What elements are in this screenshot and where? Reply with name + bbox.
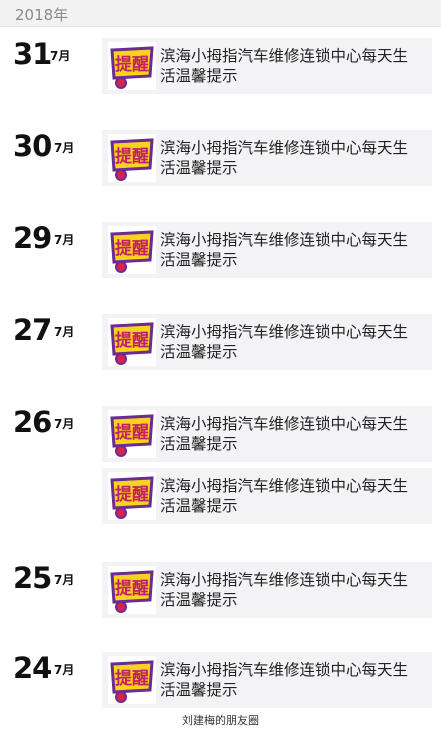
svg-text:提醒: 提醒	[115, 147, 149, 167]
day-number: 30	[13, 129, 52, 163]
post-title: 滨海小拇指汽车维修连锁中心每天生活温馨提示	[160, 47, 409, 85]
month-label: 7月	[54, 573, 75, 587]
footer-caption: 刘建梅的朋友圈	[182, 714, 259, 727]
post-title: 滨海小拇指汽车维修连锁中心每天生活温馨提示	[160, 231, 409, 269]
tips-sticker-icon: 提醒	[108, 226, 156, 274]
moment-post-card[interactable]: 提醒 滨海小拇指汽车维修连锁中心每天生活温馨提示	[102, 38, 432, 94]
post-title: 滨海小拇指汽车维修连锁中心每天生活温馨提示	[160, 139, 409, 177]
moment-post-card[interactable]: 提醒 滨海小拇指汽车维修连锁中心每天生活温馨提示	[102, 314, 432, 370]
day-number: 27	[13, 313, 52, 347]
month-label: 7月	[54, 663, 75, 677]
year-header: 2018年	[0, 0, 441, 27]
tips-sticker-icon: 提醒	[108, 566, 156, 614]
tips-sticker-icon: 提醒	[108, 134, 156, 182]
moment-post-card[interactable]: 提醒 滨海小拇指汽车维修连锁中心每天生活温馨提示	[102, 652, 432, 708]
post-title: 滨海小拇指汽车维修连锁中心每天生活温馨提示	[160, 661, 409, 699]
svg-text:提醒: 提醒	[115, 579, 149, 599]
svg-text:提醒: 提醒	[115, 485, 149, 505]
moment-post-card[interactable]: 提醒 滨海小拇指汽车维修连锁中心每天生活温馨提示	[102, 222, 432, 278]
post-title: 滨海小拇指汽车维修连锁中心每天生活温馨提示	[160, 323, 409, 361]
year-label: 2018年	[15, 6, 69, 24]
month-label: 7月	[54, 417, 75, 431]
month-label: 7月	[54, 141, 75, 155]
moment-post-card[interactable]: 提醒 滨海小拇指汽车维修连锁中心每天生活温馨提示	[102, 468, 432, 524]
moment-post-card[interactable]: 提醒 滨海小拇指汽车维修连锁中心每天生活温馨提示	[102, 406, 432, 462]
tips-sticker-icon: 提醒	[108, 656, 156, 704]
post-title: 滨海小拇指汽车维修连锁中心每天生活温馨提示	[160, 477, 409, 515]
svg-text:提醒: 提醒	[115, 669, 149, 689]
tips-sticker-icon: 提醒	[108, 42, 156, 90]
post-title: 滨海小拇指汽车维修连锁中心每天生活温馨提示	[160, 571, 409, 609]
month-label: 7月	[50, 49, 71, 63]
day-number: 24	[13, 651, 52, 685]
svg-text:提醒: 提醒	[115, 239, 149, 259]
moment-post-card[interactable]: 提醒 滨海小拇指汽车维修连锁中心每天生活温馨提示	[102, 130, 432, 186]
svg-text:提醒: 提醒	[115, 55, 149, 75]
month-label: 7月	[54, 325, 75, 339]
svg-text:提醒: 提醒	[115, 423, 149, 443]
tips-sticker-icon: 提醒	[108, 472, 156, 520]
day-number: 26	[13, 405, 52, 439]
moment-post-card[interactable]: 提醒 滨海小拇指汽车维修连锁中心每天生活温馨提示	[102, 562, 432, 618]
month-label: 7月	[54, 233, 75, 247]
post-title: 滨海小拇指汽车维修连锁中心每天生活温馨提示	[160, 415, 409, 453]
svg-text:提醒: 提醒	[115, 331, 149, 351]
day-number: 29	[13, 221, 52, 255]
day-number: 25	[13, 561, 52, 595]
tips-sticker-icon: 提醒	[108, 410, 156, 458]
day-number: 31	[13, 37, 52, 71]
tips-sticker-icon: 提醒	[108, 318, 156, 366]
